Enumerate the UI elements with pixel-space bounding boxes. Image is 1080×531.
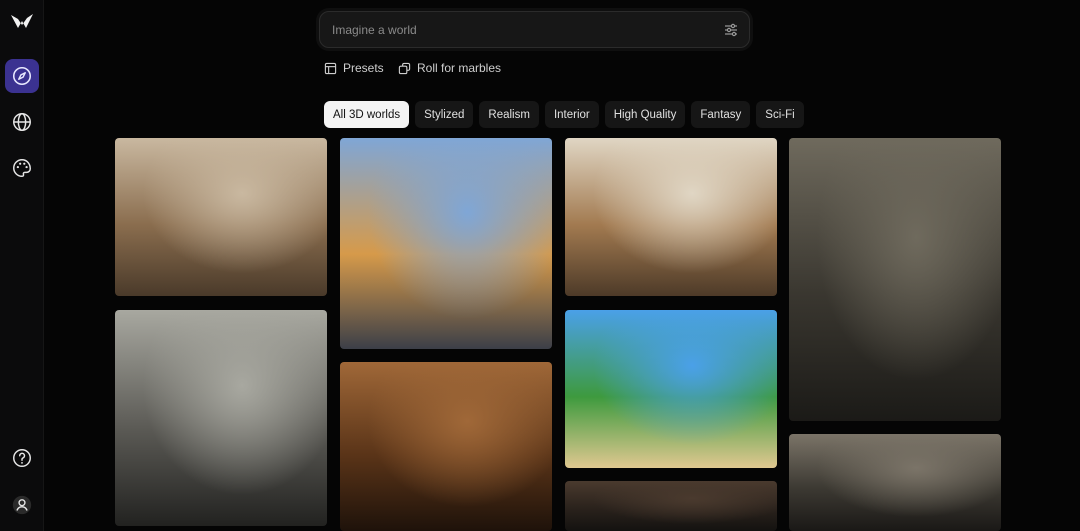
dice-icon xyxy=(398,62,411,74)
world-card-wooden-tavern[interactable] xyxy=(340,362,552,531)
world-thumbnail xyxy=(789,138,1001,421)
world-thumbnail xyxy=(565,481,777,531)
user-icon xyxy=(12,495,32,515)
palette-icon xyxy=(13,159,31,177)
world-card-lisbon-tram-street[interactable] xyxy=(340,138,552,349)
styles-button[interactable] xyxy=(5,151,39,185)
presets-label: Presets xyxy=(343,61,384,75)
tab-realism[interactable]: Realism xyxy=(479,101,539,128)
help-button[interactable] xyxy=(5,441,39,475)
world-thumbnail xyxy=(115,310,327,526)
worlds-button[interactable] xyxy=(5,105,39,139)
globe-icon xyxy=(13,113,31,131)
world-thumbnail xyxy=(789,434,1001,531)
world-card-dark-office[interactable] xyxy=(789,138,1001,421)
help-icon xyxy=(13,449,31,467)
world-card-medieval-street[interactable] xyxy=(115,138,327,296)
world-thumbnail xyxy=(565,310,777,468)
world-thumbnail xyxy=(340,362,552,531)
tab-fantasy[interactable]: Fantasy xyxy=(691,101,751,128)
world-card-stone-vault[interactable] xyxy=(565,481,777,531)
tab-all-3d-worlds[interactable]: All 3D worlds xyxy=(324,101,410,128)
explore-button[interactable] xyxy=(5,59,39,93)
world-thumbnail xyxy=(340,138,552,349)
world-card-cozy-bedroom-study[interactable] xyxy=(565,138,777,296)
sidebar xyxy=(0,0,44,531)
tab-sci-fi[interactable]: Sci-Fi xyxy=(756,101,804,128)
world-prompt-input[interactable] xyxy=(332,12,712,47)
logo-icon[interactable] xyxy=(10,10,34,34)
search-bar xyxy=(319,11,750,48)
category-tabs: All 3D worlds Stylized Realism Interior … xyxy=(324,101,804,128)
world-card-rustic-barn[interactable] xyxy=(789,434,1001,531)
tab-high-quality[interactable]: High Quality xyxy=(604,101,686,128)
tab-interior[interactable]: Interior xyxy=(544,101,599,128)
roll-for-marbles-button[interactable]: Roll for marbles xyxy=(390,56,509,80)
compass-icon xyxy=(12,66,32,86)
tab-stylized[interactable]: Stylized xyxy=(415,101,474,128)
roll-for-marbles-label: Roll for marbles xyxy=(417,61,502,75)
world-thumbnail xyxy=(115,138,327,296)
world-card-stylized-island[interactable] xyxy=(565,310,777,468)
account-button[interactable] xyxy=(5,488,39,522)
world-thumbnail xyxy=(565,138,777,296)
world-card-scifi-control-room[interactable] xyxy=(115,310,327,526)
sliders-icon[interactable] xyxy=(723,22,739,38)
layout-icon xyxy=(324,62,337,74)
presets-button[interactable]: Presets xyxy=(316,56,392,80)
